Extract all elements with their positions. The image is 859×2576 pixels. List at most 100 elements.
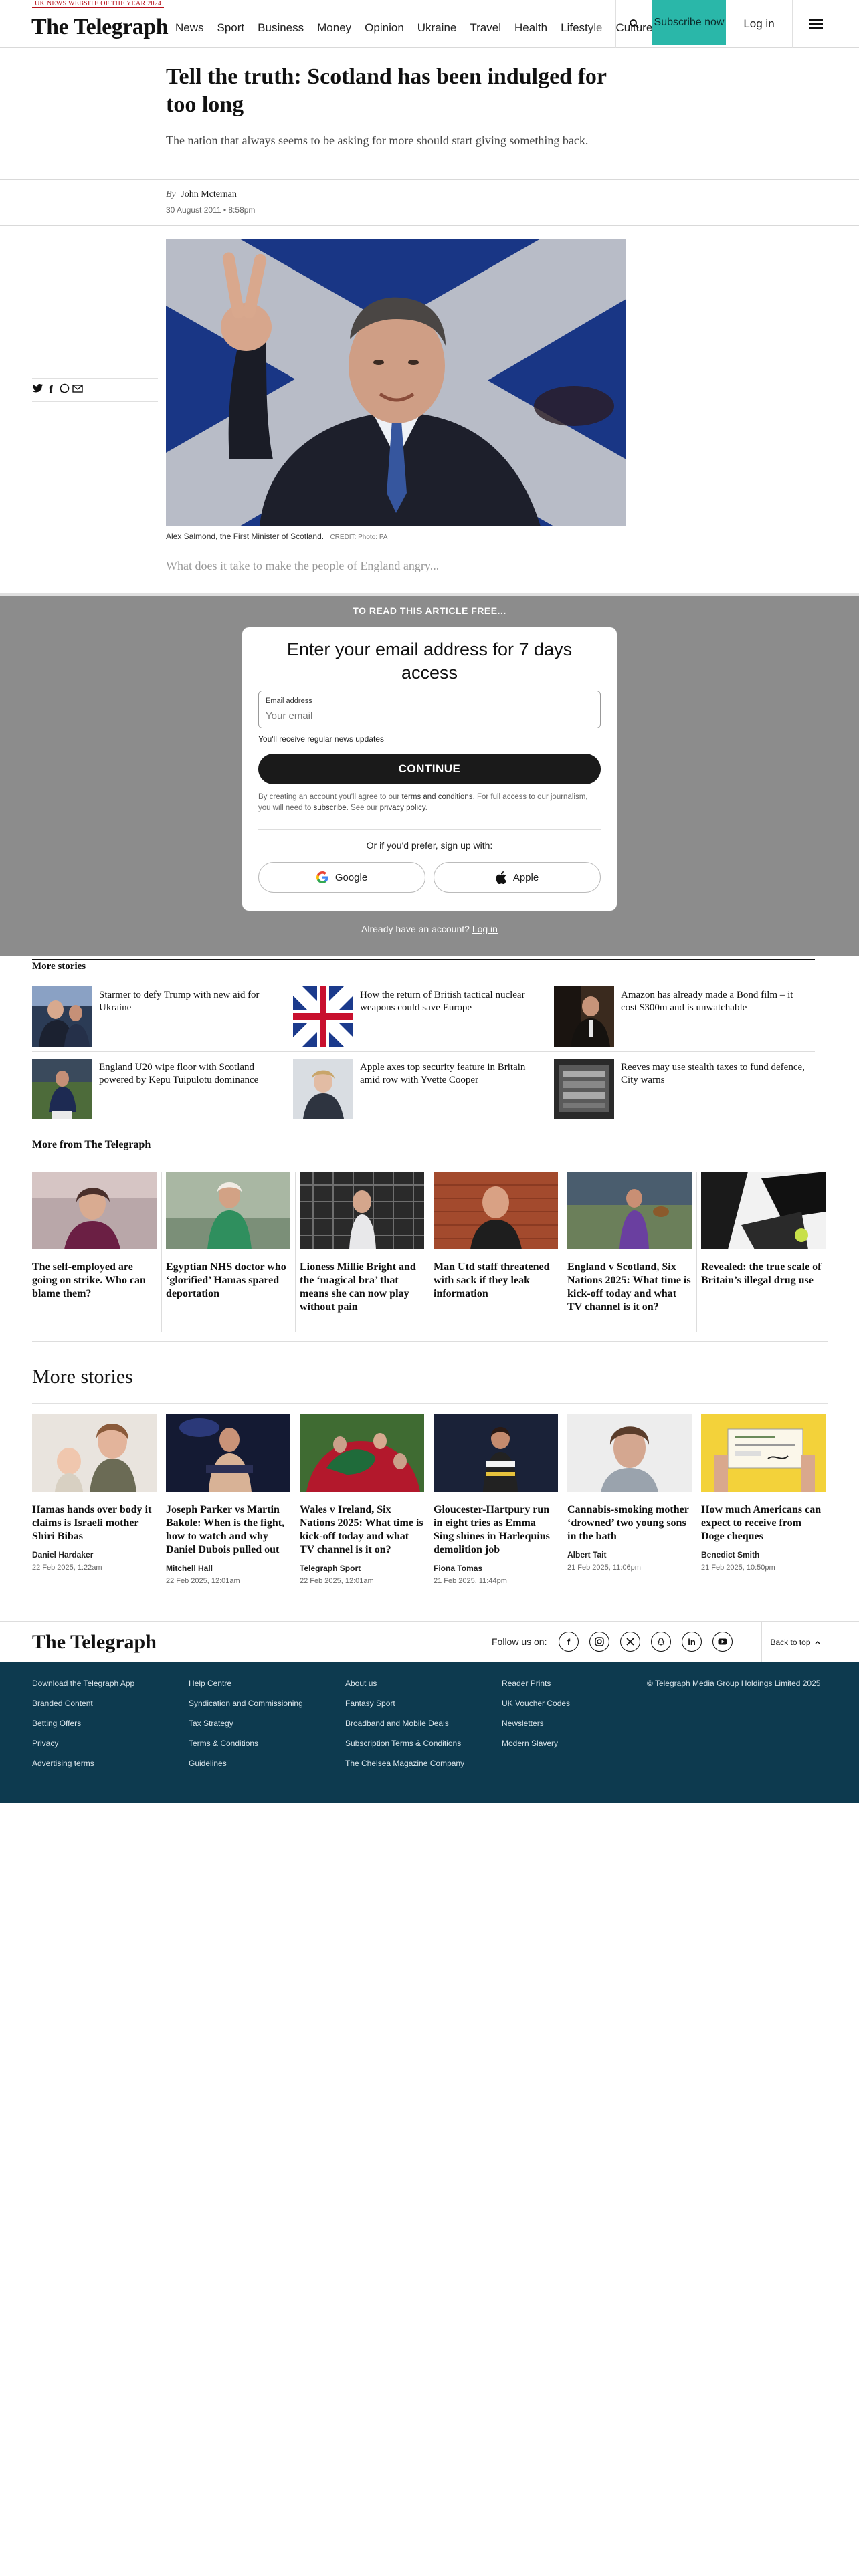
footer-logo[interactable]: The Telegraph: [32, 1631, 157, 1654]
story-card[interactable]: Man Utd staff threatened with sack if th…: [434, 1172, 558, 1301]
youtube-icon[interactable]: [712, 1632, 733, 1652]
footer-column-4: Reader Prints UK Voucher Codes Newslette…: [502, 1679, 570, 1759]
story-headline: Reeves may use stealth taxes to fund def…: [621, 1062, 805, 1085]
hamburger-icon: [809, 19, 823, 29]
story-card[interactable]: England v Scotland, Six Nations 2025: Wh…: [567, 1172, 692, 1314]
story-card[interactable]: Cannabis-smoking mother ‘drowned’ two yo…: [567, 1414, 692, 1572]
footer-link[interactable]: Reader Prints: [502, 1679, 570, 1688]
footer-link[interactable]: Fantasy Sport: [345, 1699, 464, 1708]
story-headline: Starmer to defy Trump with new aid for U…: [99, 990, 260, 1013]
footer-link[interactable]: Terms & Conditions: [189, 1739, 303, 1748]
nav-business[interactable]: Business: [258, 21, 304, 35]
story-card[interactable]: How much Americans can expect to receive…: [701, 1414, 826, 1572]
story-card[interactable]: Egyptian NHS doctor who ‘glorified’ Hama…: [166, 1172, 290, 1301]
whatsapp-icon[interactable]: [59, 383, 70, 397]
snapchat-icon[interactable]: [651, 1632, 671, 1652]
story-author[interactable]: Telegraph Sport: [300, 1564, 424, 1573]
menu-button[interactable]: [793, 0, 840, 48]
story-headline: England U20 wipe floor with Scotland pow…: [99, 1062, 259, 1085]
story-card[interactable]: Gloucester-Hartpury run in eight tries a…: [434, 1414, 558, 1585]
footer-link[interactable]: About us: [345, 1679, 464, 1688]
subscribe-button[interactable]: Subscribe now: [652, 0, 726, 45]
story-image: [701, 1172, 826, 1249]
site-header: UK NEWS WEBSITE OF THE YEAR 2024 The Tel…: [0, 0, 859, 48]
telegraph-logo[interactable]: The Telegraph: [31, 15, 169, 40]
story-card[interactable]: Joseph Parker vs Martin Bakole: When is …: [166, 1414, 290, 1585]
footer-link[interactable]: Branded Content: [32, 1699, 134, 1708]
story-author[interactable]: Daniel Hardaker: [32, 1550, 157, 1560]
story-card[interactable]: Revealed: the true scale of Britain’s il…: [701, 1172, 826, 1287]
email-icon[interactable]: [72, 384, 83, 396]
byline-area: By John Mcternan 30 August 2011 • 8:58pm: [0, 179, 859, 227]
nav-health[interactable]: Health: [514, 21, 547, 35]
article-teaser: What does it take to make the people of …: [166, 559, 440, 572]
footer-link[interactable]: Broadband and Mobile Deals: [345, 1719, 464, 1728]
footer-link[interactable]: The Chelsea Magazine Company: [345, 1759, 464, 1768]
x-icon[interactable]: [620, 1632, 640, 1652]
footer-link[interactable]: Download the Telegraph App: [32, 1679, 134, 1688]
share-bar: f: [32, 378, 158, 402]
privacy-link[interactable]: privacy policy: [380, 804, 425, 812]
footer-column-3: About us Fantasy Sport Broadband and Mob…: [345, 1679, 464, 1779]
footer-link[interactable]: Subscription Terms & Conditions: [345, 1739, 464, 1748]
story-headline: Apple axes top security feature in Brita…: [360, 1062, 526, 1085]
story-author[interactable]: Benedict Smith: [701, 1550, 826, 1560]
apple-signin-button[interactable]: Apple: [434, 862, 601, 893]
story-date: 22 Feb 2025, 12:01am: [166, 1577, 240, 1585]
story-author[interactable]: Albert Tait: [567, 1550, 692, 1560]
nav-fade: [589, 13, 615, 47]
continue-button[interactable]: CONTINUE: [258, 754, 601, 784]
footer-link[interactable]: Betting Offers: [32, 1719, 134, 1728]
story-card[interactable]: Starmer to defy Trump with new aid for U…: [32, 986, 286, 1051]
author-link[interactable]: John Mcternan: [181, 189, 237, 199]
story-card[interactable]: Hamas hands over body it claims is Israe…: [32, 1414, 157, 1572]
footer-link[interactable]: UK Voucher Codes: [502, 1699, 570, 1708]
nav-money[interactable]: Money: [317, 21, 351, 35]
facebook-icon[interactable]: f: [559, 1632, 579, 1652]
footer-link[interactable]: Privacy: [32, 1739, 134, 1748]
terms-link[interactable]: terms and conditions: [401, 793, 472, 801]
linkedin-icon[interactable]: in: [682, 1632, 702, 1652]
story-card[interactable]: England U20 wipe floor with Scotland pow…: [32, 1059, 286, 1123]
subscribe-link[interactable]: subscribe: [313, 804, 346, 812]
email-field[interactable]: Email address: [258, 691, 601, 728]
footer-link[interactable]: Newsletters: [502, 1719, 570, 1728]
story-card[interactable]: How the return of British tactical nucle…: [293, 986, 547, 1051]
story-thumbnail: [32, 1059, 92, 1119]
back-to-top-label: Back to top: [770, 1638, 811, 1647]
nav-opinion[interactable]: Opinion: [365, 21, 404, 35]
story-date: 22 Feb 2025, 12:01am: [300, 1577, 374, 1585]
search-button[interactable]: [615, 0, 652, 48]
story-date: 21 Feb 2025, 11:44pm: [434, 1577, 507, 1585]
story-card[interactable]: Amazon has already made a Bond film – it…: [554, 986, 808, 1051]
story-headline: Cannabis-smoking mother ‘drowned’ two yo…: [567, 1504, 689, 1542]
legal-part: . See our: [346, 804, 380, 812]
footer-link[interactable]: Guidelines: [189, 1759, 303, 1768]
nav-sport[interactable]: Sport: [217, 21, 245, 35]
google-signin-button[interactable]: Google: [258, 862, 425, 893]
nav-ukraine[interactable]: Ukraine: [417, 21, 457, 35]
story-headline: Hamas hands over body it claims is Israe…: [32, 1504, 152, 1542]
story-author[interactable]: Mitchell Hall: [166, 1564, 290, 1573]
facebook-icon[interactable]: f: [45, 384, 56, 396]
twitter-icon[interactable]: [32, 384, 43, 396]
back-to-top-button[interactable]: Back to top: [761, 1622, 828, 1663]
footer-link[interactable]: Tax Strategy: [189, 1719, 303, 1728]
story-card[interactable]: Reeves may use stealth taxes to fund def…: [554, 1059, 808, 1123]
story-card[interactable]: The self-employed are going on strike. W…: [32, 1172, 157, 1301]
footer-link[interactable]: Advertising terms: [32, 1759, 134, 1768]
footer-link[interactable]: Syndication and Commissioning: [189, 1699, 303, 1708]
footer-link[interactable]: Help Centre: [189, 1679, 303, 1688]
footer-link[interactable]: Modern Slavery: [502, 1739, 570, 1748]
story-author[interactable]: Fiona Tomas: [434, 1564, 558, 1573]
nav-news[interactable]: News: [175, 21, 204, 35]
story-card[interactable]: Wales v Ireland, Six Nations 2025: What …: [300, 1414, 424, 1585]
nav-travel[interactable]: Travel: [470, 21, 501, 35]
story-card[interactable]: Lioness Millie Bright and the ‘magical b…: [300, 1172, 424, 1314]
caption-text: Alex Salmond, the First Minister of Scot…: [166, 532, 324, 541]
login-button[interactable]: Log in: [726, 0, 793, 48]
paywall-login-link[interactable]: Log in: [472, 924, 498, 934]
story-card[interactable]: Apple axes top security feature in Brita…: [293, 1059, 547, 1123]
instagram-icon[interactable]: [589, 1632, 609, 1652]
email-input[interactable]: [266, 708, 593, 724]
